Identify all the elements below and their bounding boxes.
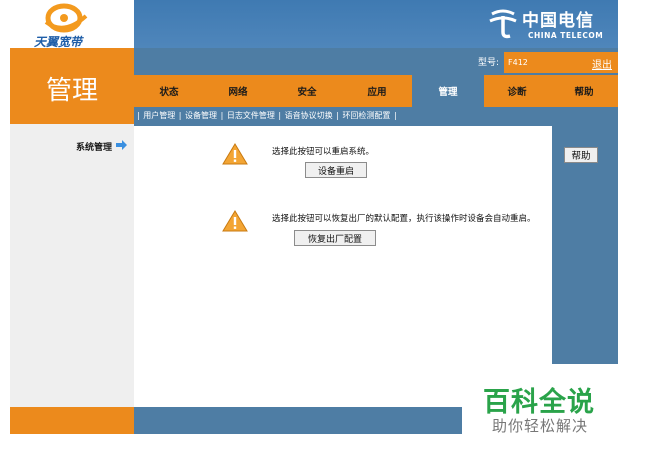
model-label: 型号: <box>478 58 500 68</box>
tab-help[interactable]: 帮助 <box>550 75 618 107</box>
subnav: | 用户管理 | 设备管理 | 日志文件管理 | 语音协议切换 | 环回检测配置… <box>137 111 397 120</box>
page-title: 管理 <box>45 76 98 106</box>
restore-factory-button[interactable]: 恢复出厂配置 <box>294 230 376 246</box>
help-button[interactable]: 帮助 <box>564 147 598 163</box>
reboot-message: 选择此按钮可以重启系统。 <box>272 147 375 157</box>
reboot-button[interactable]: 设备重启 <box>305 162 367 178</box>
brand-right-cn: 中国电信 <box>522 11 594 31</box>
tab-security[interactable]: 安全 <box>272 75 342 107</box>
subnav-item-user-management[interactable]: 用户管理 <box>143 111 175 120</box>
warning-icon <box>222 210 248 232</box>
tab-diagnosis[interactable]: 诊断 <box>484 75 550 107</box>
watermark-subtitle: 助你轻松解决 <box>492 417 589 435</box>
subnav-item-voice-protocol[interactable]: 语音协议切换 <box>285 111 333 120</box>
subnav-item-device-management[interactable]: 设备管理 <box>185 111 217 120</box>
subnav-item-log-management[interactable]: 日志文件管理 <box>227 111 275 120</box>
tab-status[interactable]: 状态 <box>134 75 204 107</box>
arrow-right-icon <box>116 140 127 150</box>
china-telecom-logo: 中国电信 CHINA TELECOM <box>488 6 610 42</box>
tab-management[interactable]: 管理 <box>412 75 484 107</box>
model-value: F412 <box>508 58 528 67</box>
footer-left <box>10 407 134 434</box>
tab-application[interactable]: 应用 <box>342 75 412 107</box>
brand-right-en: CHINA TELECOM <box>528 31 604 40</box>
telecom-logo-icon <box>489 9 517 39</box>
sidebar-item-system-management[interactable]: 系统管理 <box>76 140 112 153</box>
sidebar <box>10 124 134 407</box>
restore-message: 选择此按钮可以恢复出厂的默认配置，执行该操作时设备会自动重启。 <box>272 214 536 224</box>
tab-network[interactable]: 网络 <box>204 75 272 107</box>
watermark-title: 百科全说 <box>483 387 595 418</box>
subnav-item-loopback-detection[interactable]: 环回检测配置 <box>342 111 390 120</box>
warning-icon <box>222 143 248 165</box>
logout-link[interactable]: 退出 <box>592 56 612 71</box>
